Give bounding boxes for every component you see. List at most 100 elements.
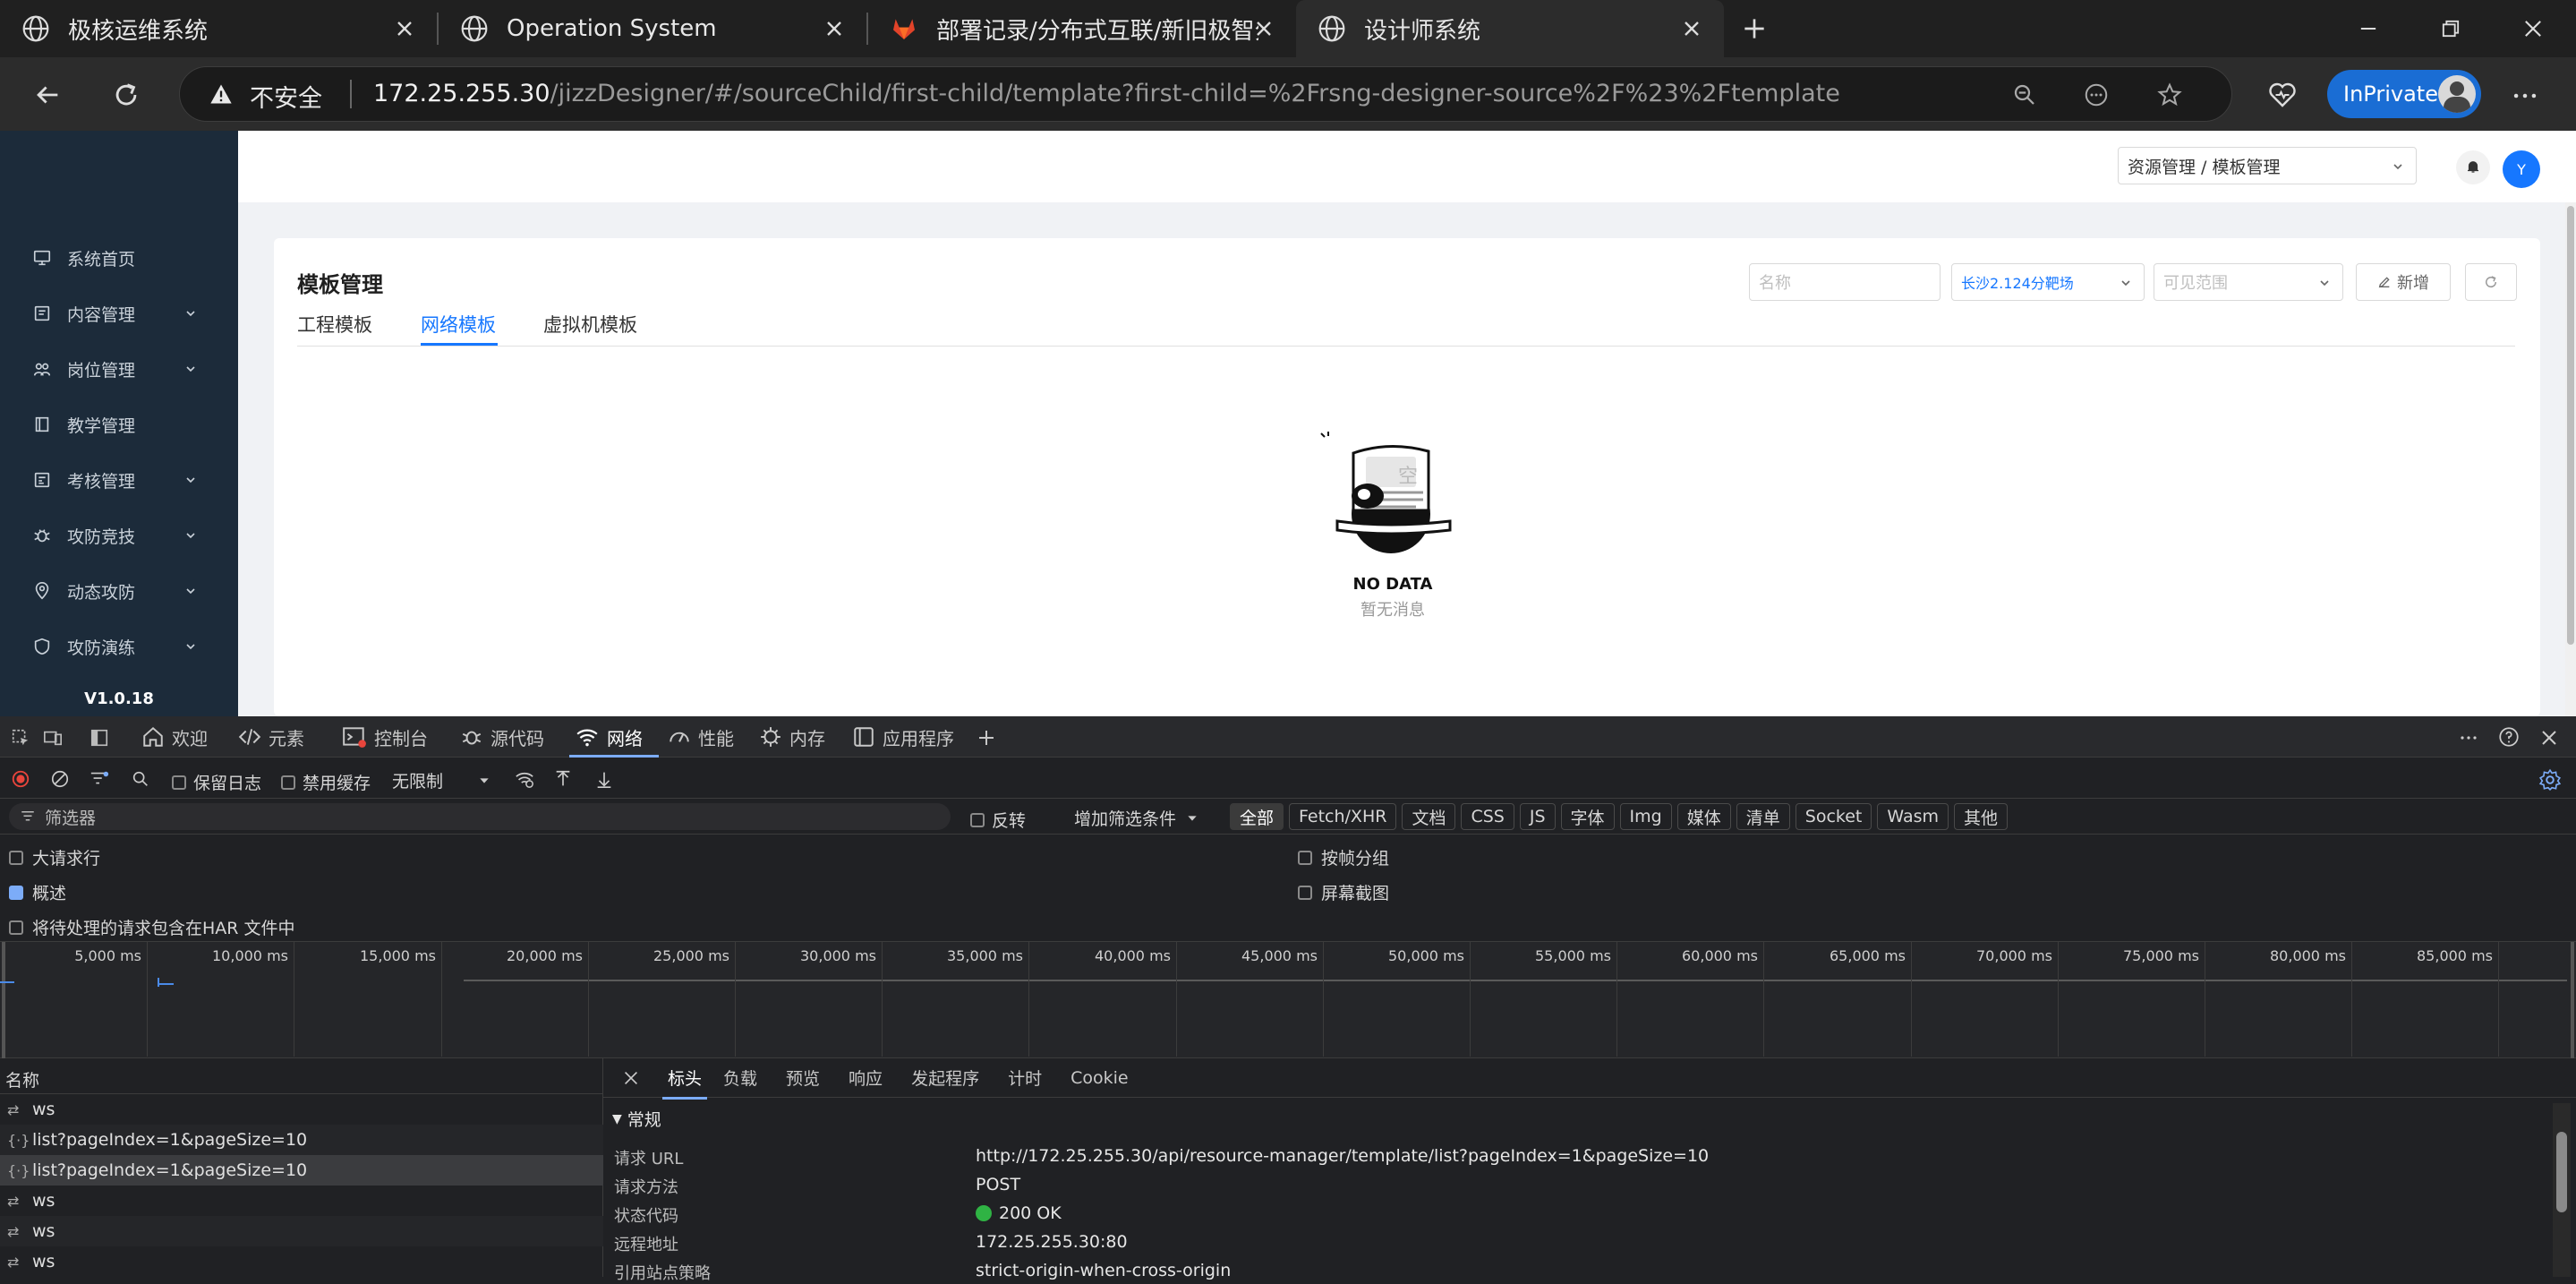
devtools-tab-network[interactable]: 网络 [575,716,643,758]
detail-tab-preview[interactable]: 预览 [786,1066,820,1090]
record-icon[interactable] [11,769,30,789]
browser-essentials-icon[interactable] [2266,79,2299,111]
sidebar-item-teaching[interactable]: 教学管理 [0,407,238,442]
zoom-icon[interactable] [2011,81,2038,108]
clear-icon[interactable] [50,769,70,789]
filter-type-media[interactable]: 媒体 [1676,803,1731,830]
filter-type-wasm[interactable]: Wasm [1877,803,1949,830]
sidebar-item-content[interactable]: 内容管理 [0,295,238,331]
tab-vm-template[interactable]: 虚拟机模板 [543,311,637,338]
invert-checkbox[interactable]: 反转 [970,808,1026,832]
help-icon[interactable] [2497,725,2521,749]
close-tab-icon[interactable] [1679,16,1704,41]
filter-type-socket[interactable]: Socket [1795,803,1872,830]
header-value-status[interactable]: 200 OK [976,1203,1062,1223]
add-template-button[interactable]: 新增 [2356,263,2451,301]
general-section-header[interactable]: ▼ 常规 [612,1107,661,1131]
close-tab-icon[interactable] [392,16,417,41]
inspect-icon[interactable] [11,728,30,748]
more-options-icon[interactable] [2458,727,2479,749]
site-select[interactable]: 长沙2.124分靶场 [1951,263,2145,301]
dock-icon[interactable] [90,728,109,748]
filter-type-css[interactable]: CSS [1461,803,1514,830]
search-icon[interactable] [131,769,150,789]
user-avatar[interactable]: Y [2503,150,2540,188]
detail-scrollbar[interactable] [2553,1103,2571,1277]
request-row[interactable]: ⇄ ws [0,1186,603,1216]
sidebar-item-home[interactable]: 系统首页 [0,240,238,276]
sidebar-item-drill[interactable]: 攻防演练 [0,629,238,664]
name-search-input[interactable]: 名称 [1749,263,1941,301]
filter-type-font[interactable]: 字体 [1560,803,1615,830]
sidebar-item-exams[interactable]: 考核管理 [0,462,238,498]
tab-network-template[interactable]: 网络模板 [421,311,496,338]
screenshots-checkbox[interactable]: 屏幕截图 [1298,880,1389,904]
filter-icon[interactable] [88,769,111,789]
inprivate-badge[interactable]: InPrivate [2327,70,2481,118]
browser-tab-active[interactable]: 设计师系统 [1296,0,1724,57]
network-conditions-icon[interactable] [514,769,535,789]
address-bar[interactable]: 不安全 172.25.255.30/jizzDesigner/#/sourceC… [179,66,2232,122]
close-tab-icon[interactable] [822,16,847,41]
disable-cache-checkbox[interactable]: 禁用缓存 [281,770,371,794]
filter-type-img[interactable]: Img [1619,803,1672,830]
filter-type-other[interactable]: 其他 [1954,803,2009,830]
scope-select[interactable]: 可见范围 [2154,263,2343,301]
detail-tab-headers[interactable]: 标头 [662,1057,708,1100]
filter-type-fetch-xhr[interactable]: Fetch/XHR [1289,803,1397,830]
timeline-overview[interactable]: 5,000 ms 10,000 ms 15,000 ms 20,000 ms 25,00… [0,942,2576,1058]
browser-tab[interactable]: 极核运维系统 [0,0,437,57]
url-text[interactable]: 172.25.255.30/jizzDesigner/#/sourceChild… [373,80,1840,107]
close-tab-icon[interactable] [1251,16,1276,41]
notification-button[interactable] [2456,150,2490,184]
overview-checkbox[interactable]: 概述 [9,880,66,904]
tab-engineering-template[interactable]: 工程模板 [297,311,372,338]
breadcrumb-select[interactable]: 资源管理 / 模板管理 [2118,147,2417,184]
detail-tab-timing[interactable]: 计时 [1008,1066,1042,1090]
refresh-button[interactable] [2465,263,2517,301]
add-tab-icon[interactable] [976,727,997,749]
devtools-tab-elements[interactable]: 元素 [238,716,304,758]
filter-type-manifest[interactable]: 清单 [1736,803,1790,830]
request-row-selected[interactable]: {·} list?pageIndex=1&pageSize=10 [0,1155,603,1186]
header-value[interactable]: 172.25.255.30:80 [976,1232,1128,1252]
devtools-tab-welcome[interactable]: 欢迎 [141,716,208,758]
devtools-tab-memory[interactable]: 内存 [759,716,825,758]
browser-tab[interactable]: Operation System [439,0,866,57]
column-name-header[interactable]: 名称 [5,1071,39,1091]
filter-input[interactable]: 筛选器 [9,803,951,830]
detail-tab-payload[interactable]: 负载 [723,1066,757,1090]
add-filter-dropdown[interactable]: 增加筛选条件 [1074,806,1199,830]
gear-icon[interactable] [2538,768,2562,792]
minimize-icon[interactable] [2356,16,2381,41]
timeline-handle-right[interactable] [2571,942,2574,1058]
new-tab-icon[interactable] [1740,14,1769,43]
header-value[interactable]: http://172.25.255.30/api/resource-manage… [976,1146,1709,1166]
filter-type-js[interactable]: JS [1519,803,1556,830]
devtools-tab-sources[interactable]: 源代码 [460,716,544,758]
devtools-tab-application[interactable]: 应用程序 [852,716,954,758]
close-window-icon[interactable] [2521,16,2546,41]
refresh-icon[interactable] [111,80,141,110]
detail-tab-cookies[interactable]: Cookie [1070,1068,1129,1088]
back-icon[interactable] [32,80,63,110]
restore-icon[interactable] [2438,16,2463,41]
settings-menu-icon[interactable] [2510,81,2540,111]
request-row[interactable]: ⇄ ws [0,1246,603,1277]
header-value[interactable]: POST [976,1175,1020,1194]
favorite-icon[interactable] [2156,81,2183,108]
devtools-tab-performance[interactable]: 性能 [668,716,734,758]
filter-type-doc[interactable]: 文档 [1402,803,1456,830]
devtools-tab-console[interactable]: 控制台 [342,716,428,758]
export-har-icon[interactable] [594,768,614,790]
request-row[interactable]: {·} list?pageIndex=1&pageSize=10 [0,1125,603,1155]
security-label[interactable]: 不安全 [250,79,322,114]
preserve-log-checkbox[interactable]: 保留日志 [172,770,261,794]
device-toolbar-icon[interactable] [43,728,63,748]
detail-tab-response[interactable]: 响应 [849,1066,883,1090]
group-by-frame-checkbox[interactable]: 按帧分组 [1298,845,1389,869]
har-pending-checkbox[interactable]: 将待处理的请求包含在HAR 文件中 [9,915,295,939]
browser-tab[interactable]: 部署记录/分布式互联/新旧极智分 [868,0,1296,57]
page-scrollbar[interactable] [2565,202,2576,716]
import-har-icon[interactable] [553,768,573,790]
